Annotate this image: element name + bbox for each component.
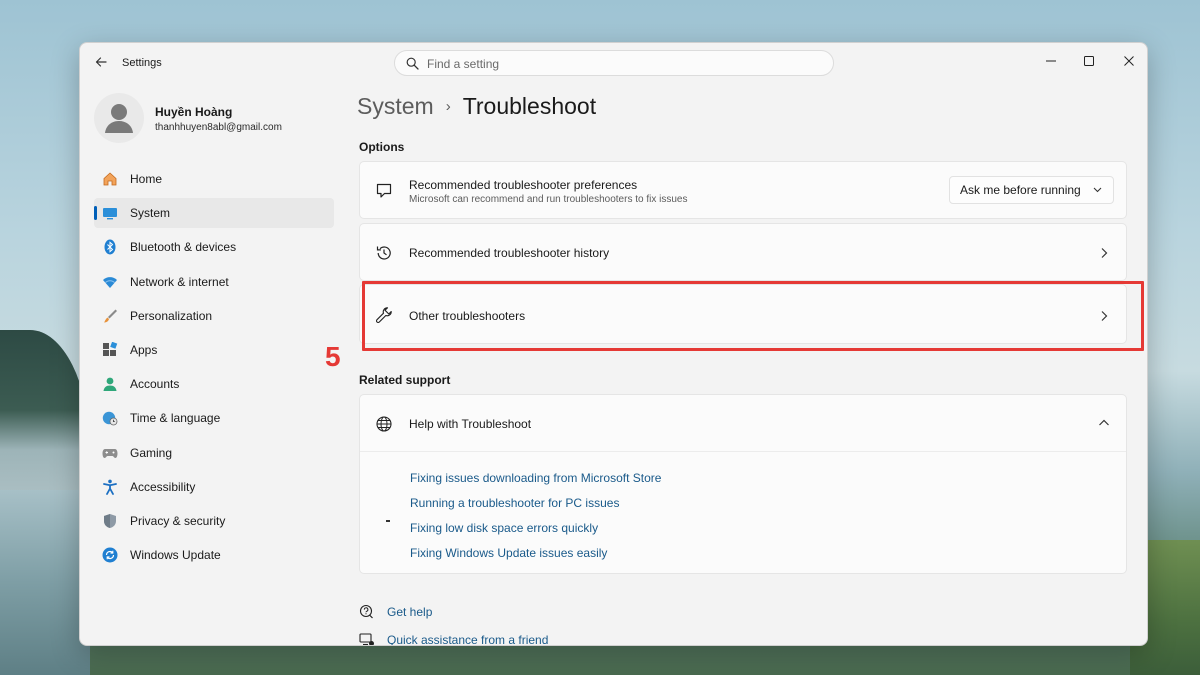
- minimize-icon: [1046, 60, 1056, 62]
- preferences-subtitle: Microsoft can recommend and run troubles…: [409, 194, 688, 205]
- sidebar-item-label: Home: [130, 172, 163, 186]
- avatar: [94, 93, 144, 143]
- user-email: thanhhuyen8abl@gmail.com: [155, 122, 282, 133]
- chevron-right-icon: [1101, 248, 1108, 258]
- search-box[interactable]: [394, 50, 834, 76]
- app-title: Settings: [122, 57, 162, 69]
- help-with-troubleshoot-card: Help with Troubleshoot Fixing issues dow…: [359, 394, 1127, 574]
- sidebar-item-label: Windows Update: [130, 548, 221, 563]
- sidebar-item-accounts[interactable]: Accounts: [94, 369, 334, 399]
- background-water-left: [0, 490, 90, 675]
- globe-clock-icon: [102, 412, 118, 426]
- breadcrumb-separator: ›: [445, 98, 451, 115]
- help-link-windows-update[interactable]: Fixing Windows Update issues easily: [410, 546, 607, 560]
- get-help-icon: [359, 604, 373, 619]
- accessibility-icon: [103, 479, 117, 495]
- sidebar-item-network[interactable]: Network & internet: [94, 267, 334, 297]
- settings-window: Settings Huyền Hoàng thanhhuyen8abl@gmai…: [79, 42, 1148, 646]
- update-icon: [102, 547, 118, 563]
- globe-icon: [376, 416, 392, 432]
- sidebar-item-label: Apps: [130, 342, 158, 357]
- close-button[interactable]: [1111, 47, 1147, 75]
- annotation-highlight-box: [362, 281, 1144, 351]
- shield-icon: [104, 513, 116, 528]
- help-link-microsoft-store[interactable]: Fixing issues downloading from Microsoft…: [410, 471, 661, 485]
- quick-assist-label: Quick assistance from a friend: [387, 633, 549, 646]
- sidebar-item-label: Accessibility: [130, 479, 196, 494]
- apps-icon: [103, 341, 118, 356]
- sidebar-item-label: Gaming: [130, 445, 173, 460]
- sidebar-item-personalization[interactable]: Personalization: [94, 301, 334, 331]
- history-icon: [376, 246, 391, 260]
- dropdown-value: Ask me before running: [960, 183, 1081, 197]
- sidebar-item-accessibility[interactable]: Accessibility: [94, 472, 334, 502]
- sidebar-item-time-language[interactable]: Time & language: [94, 403, 334, 433]
- options-section-label: Options: [359, 140, 405, 154]
- stray-mark: [386, 520, 390, 522]
- breadcrumb: System › Troubleshoot: [357, 93, 596, 120]
- preferences-title: Recommended troubleshooter preferences: [409, 178, 638, 192]
- troubleshooter-preferences-card: Recommended troubleshooter preferences M…: [359, 161, 1127, 219]
- home-icon: [103, 172, 117, 186]
- chat-bubble-icon: [376, 183, 392, 198]
- quick-assist-icon: [359, 633, 374, 645]
- maximize-button[interactable]: [1071, 47, 1107, 75]
- preferences-dropdown[interactable]: Ask me before running: [949, 176, 1114, 204]
- help-link-disk-space[interactable]: Fixing low disk space errors quickly: [410, 521, 598, 535]
- sidebar-item-label: Personalization: [130, 308, 213, 323]
- sidebar-item-label: Accounts: [130, 377, 180, 392]
- sidebar-item-home[interactable]: Home: [94, 164, 334, 194]
- sidebar-item-apps[interactable]: Apps: [94, 335, 334, 365]
- sidebar-item-gaming[interactable]: Gaming: [94, 438, 334, 468]
- accounts-icon: [103, 377, 117, 392]
- back-arrow-icon: [95, 57, 107, 67]
- help-title: Help with Troubleshoot: [409, 417, 532, 431]
- gamepad-icon: [102, 448, 118, 458]
- user-name: Huyền Hoàng: [155, 105, 233, 119]
- sidebar-item-system[interactable]: System: [94, 198, 334, 229]
- chevron-down-icon: [1093, 187, 1102, 193]
- brush-icon: [104, 309, 117, 323]
- breadcrumb-parent-link[interactable]: System: [357, 93, 434, 119]
- page-title: Troubleshoot: [462, 93, 597, 119]
- user-silhouette-icon: [105, 104, 133, 133]
- sidebar-item-label: Time & language: [130, 411, 221, 426]
- title-bar: Settings: [80, 43, 1147, 83]
- search-input[interactable]: [427, 55, 817, 73]
- get-help-label: Get help: [387, 605, 433, 619]
- help-expander-header[interactable]: Help with Troubleshoot: [360, 395, 1126, 452]
- maximize-icon: [1084, 56, 1094, 66]
- close-icon: [1124, 56, 1134, 66]
- minimize-button[interactable]: [1033, 47, 1069, 75]
- sidebar-item-label: Network & internet: [130, 274, 229, 289]
- search-icon: [406, 57, 419, 70]
- back-button[interactable]: [92, 54, 110, 72]
- annotation-step-number: 5: [325, 341, 341, 372]
- sidebar-item-label: Privacy & security: [130, 513, 226, 528]
- related-support-section-label: Related support: [359, 373, 451, 387]
- sidebar-item-windows-update[interactable]: Windows Update: [94, 540, 334, 570]
- wifi-icon: [103, 276, 117, 288]
- sidebar-nav: Home System Bluetooth & devices Network …: [94, 164, 334, 574]
- system-icon: [103, 208, 117, 220]
- troubleshooter-history-card[interactable]: Recommended troubleshooter history: [359, 223, 1127, 281]
- sidebar-item-bluetooth[interactable]: Bluetooth & devices: [94, 232, 334, 262]
- sidebar-item-label: System: [130, 206, 171, 221]
- sidebar-item-label: Bluetooth & devices: [130, 240, 237, 255]
- bluetooth-icon: [104, 239, 116, 255]
- chevron-up-icon: [1099, 419, 1109, 426]
- help-link-pc-issues[interactable]: Running a troubleshooter for PC issues: [410, 496, 619, 510]
- sidebar-item-privacy-security[interactable]: Privacy & security: [94, 506, 334, 536]
- history-title: Recommended troubleshooter history: [409, 246, 610, 260]
